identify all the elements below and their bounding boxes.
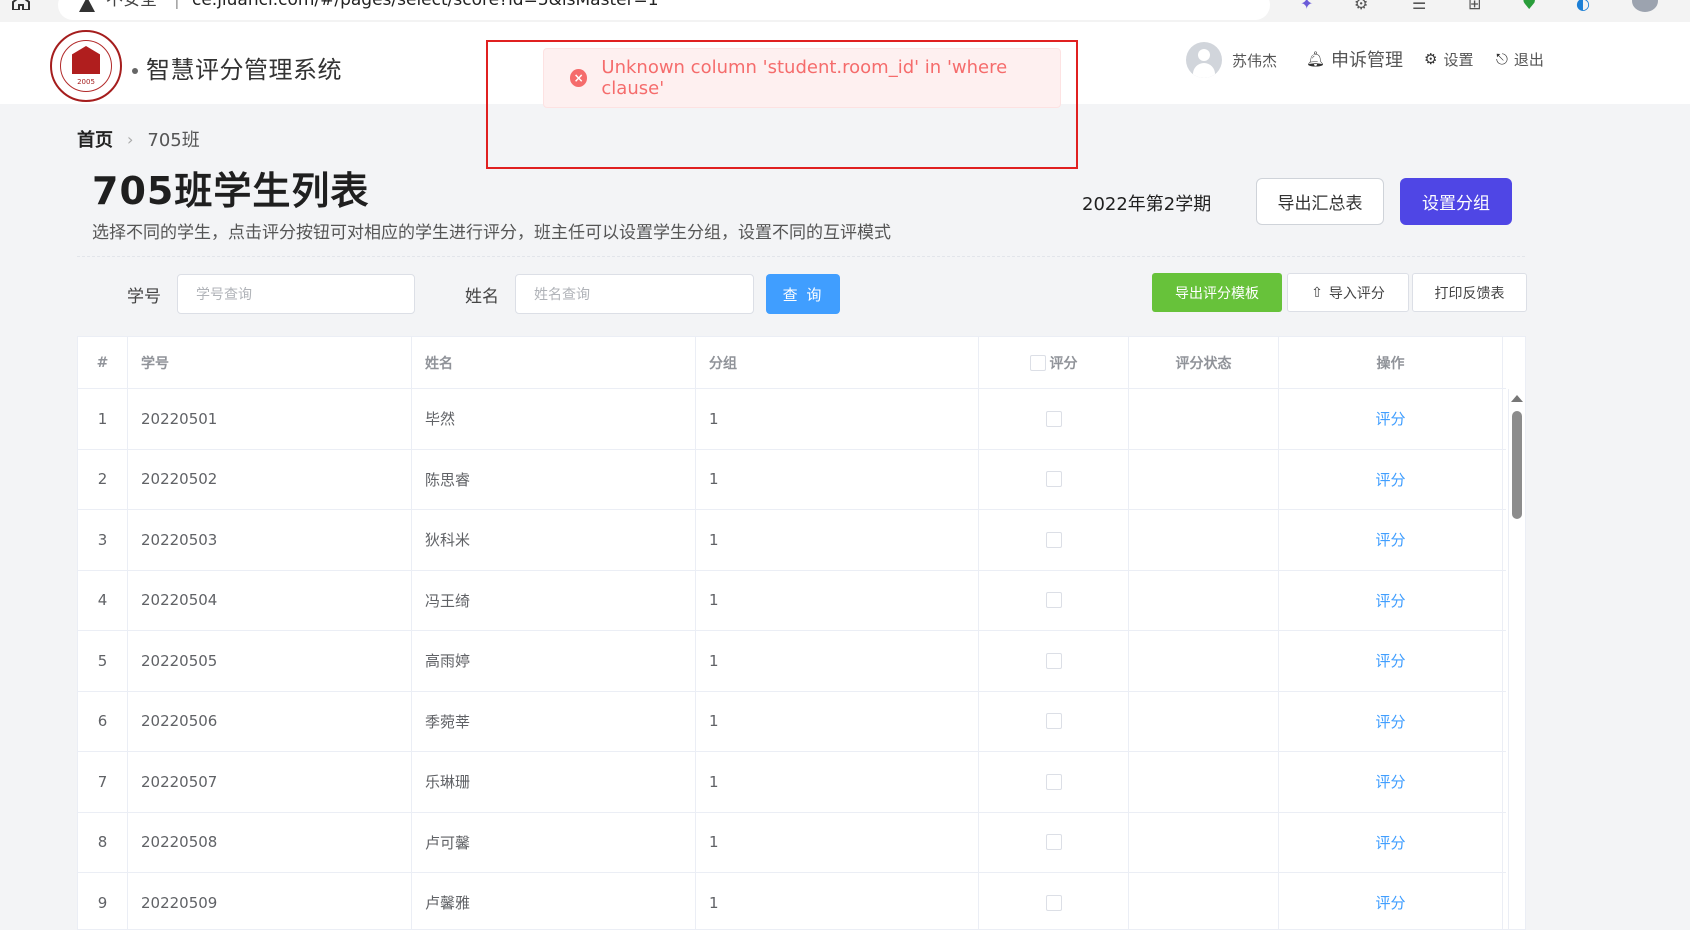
upload-icon: ⇧ <box>1311 284 1323 301</box>
col-group: 分组 <box>696 337 979 388</box>
url-text[interactable]: ce.jiuanci.com/#/pages/select/score?id=5… <box>192 0 659 10</box>
settings-link[interactable]: ⚙ 设置 <box>1424 48 1473 70</box>
avatar[interactable] <box>1186 42 1222 78</box>
score-link[interactable]: 评分 <box>1375 832 1405 853</box>
copilot-icon[interactable]: ✦ <box>1300 0 1313 13</box>
logout-link[interactable]: ⎋ 退出 <box>1496 48 1544 70</box>
breadcrumb: 首页 › 705班 <box>77 126 200 152</box>
address-bar[interactable]: 不安全 | ce.jiuanci.com/#/pages/select/scor… <box>58 0 1270 20</box>
score-link[interactable]: 评分 <box>1375 529 1405 550</box>
score-link[interactable]: 评分 <box>1375 650 1405 671</box>
set-group-button[interactable]: 设置分组 <box>1400 178 1512 225</box>
logo-year: 2005 <box>77 78 95 86</box>
term-label: 2022年第2学期 <box>1082 194 1212 215</box>
score-link[interactable]: 评分 <box>1375 711 1405 732</box>
score-link[interactable]: 评分 <box>1375 771 1405 792</box>
scrollbar-thumb[interactable] <box>1512 411 1522 519</box>
table-row: 1 20220501 毕然 1 评分 <box>78 389 1506 450</box>
school-logo: 2005 <box>50 30 122 102</box>
page-title: 705班学生列表 <box>92 169 370 213</box>
favorites-list-icon[interactable]: ☰ <box>1412 0 1426 13</box>
browser-profile-avatar[interactable] <box>1632 0 1658 12</box>
student-id-label: 学号 <box>127 287 161 307</box>
row-checkbox[interactable] <box>1045 834 1062 851</box>
row-checkbox[interactable] <box>1045 410 1062 427</box>
error-message: Unknown column 'student.room_id' in 'whe… <box>601 57 1008 99</box>
row-checkbox[interactable] <box>1045 773 1062 790</box>
row-checkbox[interactable] <box>1045 592 1062 609</box>
user-name[interactable]: 苏伟杰 <box>1232 50 1277 71</box>
logout-icon: ⎋ <box>1496 50 1508 68</box>
score-link[interactable]: 评分 <box>1375 469 1405 490</box>
browser-toolbar: 不安全 | ce.jiuanci.com/#/pages/select/scor… <box>0 0 1690 22</box>
gear-icon: ⚙ <box>1424 50 1438 68</box>
user-menu[interactable]: 苏伟杰 <box>1186 42 1277 78</box>
page-description: 选择不同的学生，点击评分按钮可对相应的学生进行评分，班主任可以设置学生分组，设置… <box>92 223 891 243</box>
import-score-button[interactable]: ⇧ 导入评分 <box>1287 273 1409 312</box>
table-row: 4 20220504 冯王绮 1 评分 <box>78 570 1506 631</box>
col-student-id: 学号 <box>128 337 412 388</box>
export-template-button[interactable]: 导出评分模板 <box>1152 273 1282 312</box>
insecure-label[interactable]: 不安全 <box>106 0 157 10</box>
score-link[interactable]: 评分 <box>1375 408 1405 429</box>
score-link[interactable]: 评分 <box>1375 892 1405 913</box>
error-icon: × <box>570 69 588 87</box>
edge-icon[interactable]: ◐ <box>1576 0 1590 13</box>
chevron-right-icon: › <box>127 129 134 149</box>
student-name-label: 姓名 <box>465 287 499 307</box>
table-row: 5 20220505 高雨婷 1 评分 <box>78 631 1506 692</box>
print-feedback-button[interactable]: 打印反馈表 <box>1412 273 1527 312</box>
breadcrumb-current: 705班 <box>147 130 200 151</box>
col-actions: 操作 <box>1279 337 1503 388</box>
bell-icon: 🔔︎ <box>1306 50 1326 68</box>
table-row: 7 20220507 乐琳珊 1 评分 <box>78 752 1506 813</box>
row-checkbox[interactable] <box>1045 894 1062 911</box>
scroll-up-arrow-icon[interactable] <box>1511 395 1523 402</box>
col-name: 姓名 <box>412 337 696 388</box>
col-score: 评分 <box>979 337 1129 388</box>
table-row: 9 20220509 卢馨雅 1 评分 <box>78 873 1506 929</box>
col-index: # <box>78 337 128 388</box>
select-all-checkbox[interactable] <box>1029 354 1046 371</box>
error-toast: × Unknown column 'student.room_id' in 'w… <box>543 48 1061 108</box>
row-checkbox[interactable] <box>1045 713 1062 730</box>
score-link[interactable]: 评分 <box>1375 590 1405 611</box>
appeal-management-link[interactable]: 🔔︎ 申诉管理 <box>1306 48 1403 71</box>
row-checkbox[interactable] <box>1045 652 1062 669</box>
table-row: 8 20220508 卢可馨 1 评分 <box>78 812 1506 873</box>
warning-icon[interactable] <box>78 0 96 14</box>
table-row: 6 20220506 季菀莘 1 评分 <box>78 691 1506 752</box>
table-row: 2 20220502 陈思睿 1 评分 <box>78 449 1506 510</box>
table-row: 3 20220503 狄科米 1 评分 <box>78 510 1506 571</box>
export-summary-button[interactable]: 导出汇总表 <box>1256 178 1384 225</box>
query-button[interactable]: 查 询 <box>766 274 840 314</box>
student-id-input[interactable]: 学号查询 <box>177 274 415 314</box>
breadcrumb-home[interactable]: 首页 <box>77 126 113 152</box>
performance-icon[interactable]: ♥ <box>1522 0 1536 13</box>
home-icon[interactable] <box>10 0 32 10</box>
collections-icon[interactable]: ⊞ <box>1468 0 1481 13</box>
url-separator: | <box>174 0 180 10</box>
table-header: # 学号 姓名 分组 评分 评分状态 操作 <box>78 337 1506 389</box>
col-score-status: 评分状态 <box>1129 337 1279 388</box>
student-name-input[interactable]: 姓名查询 <box>515 274 754 314</box>
row-checkbox[interactable] <box>1045 471 1062 488</box>
divider <box>77 256 1525 257</box>
student-table: # 学号 姓名 分组 评分 评分状态 操作 1 20220501 毕然 1 评分… <box>77 336 1526 930</box>
app-title: 智慧评分管理系统 <box>132 50 342 85</box>
row-checkbox[interactable] <box>1045 531 1062 548</box>
extensions-icon[interactable]: ⚙ <box>1354 0 1368 13</box>
